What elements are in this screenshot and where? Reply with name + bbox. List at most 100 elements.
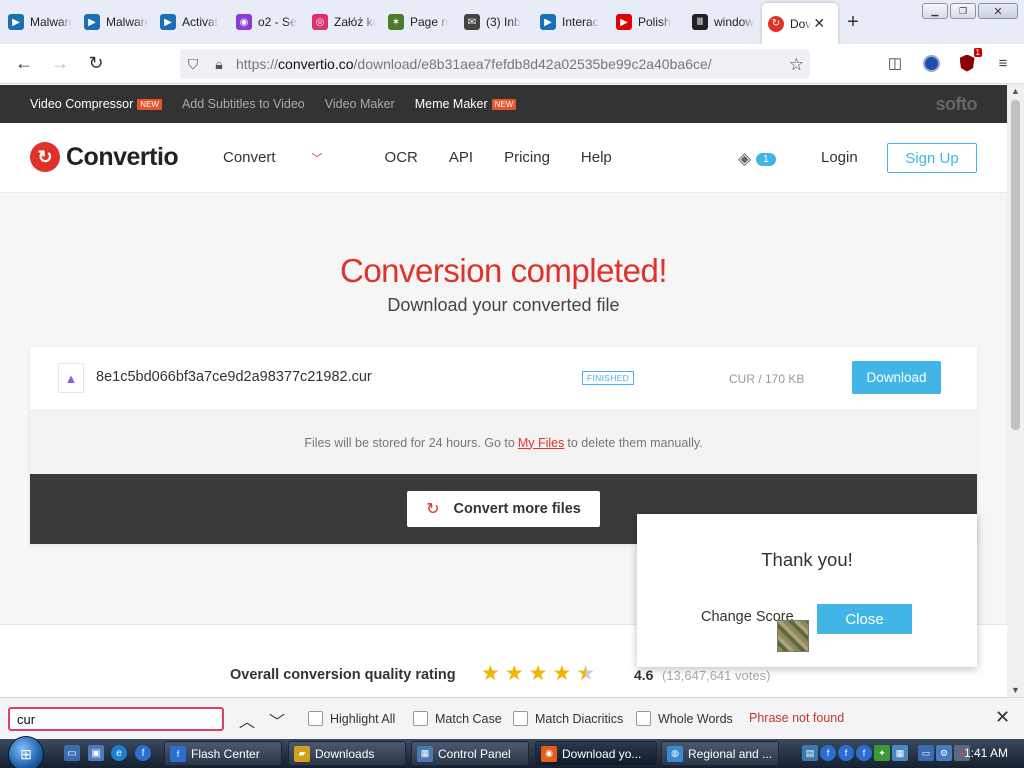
malwarebytes-icon: ▶ <box>540 14 556 30</box>
star-icon[interactable]: ★ <box>505 663 524 684</box>
star-icon[interactable]: ★ <box>552 663 571 684</box>
tray-photo-icon[interactable]: ▦ <box>892 745 908 761</box>
mail-icon: ✉ <box>464 14 480 30</box>
match-diacritics-checkbox[interactable]: Match Diacritics <box>513 711 623 726</box>
taskbar-item[interactable]: ◉ Download yo... <box>535 741 657 766</box>
tray-network-icon[interactable]: ▤ <box>802 745 818 761</box>
back-button[interactable]: ← <box>6 48 42 80</box>
browser-tab[interactable]: ◎ Załóż ko <box>306 3 382 41</box>
browser-tab[interactable]: Ⅲwindow <box>686 3 762 41</box>
bug-icon: ✶ <box>388 14 404 30</box>
minimize-button[interactable]: ▁ <box>922 3 948 19</box>
convertio-icon: ↻ <box>768 15 784 32</box>
taskbar-item[interactable]: f Flash Center <box>164 741 282 766</box>
malwarebytes-icon: ▶ <box>160 14 176 30</box>
url-bar[interactable]: ⛉ 🔒︎ https://convertio.co/download/e8b31… <box>180 49 810 79</box>
browser-tab[interactable]: ▶ Interac <box>534 3 610 41</box>
browser-tab[interactable]: ▶ Activat <box>154 3 230 41</box>
convert-more-button[interactable]: ↻ Convert more files <box>407 491 600 527</box>
softo-link-label: Meme Maker <box>414 97 488 111</box>
taskbar-item[interactable]: ▰ Downloads <box>288 741 406 766</box>
forward-button[interactable]: → <box>42 48 78 80</box>
tab-label: Malware <box>30 15 72 29</box>
new-tab-button[interactable]: + <box>838 3 868 41</box>
find-close-icon[interactable]: ✕ <box>995 707 1010 728</box>
pocket-icon[interactable]: ◫ <box>884 52 906 74</box>
main-nav: Convert ﹀ OCR API Pricing Help <box>223 149 643 166</box>
close-window-button[interactable]: ✕ <box>978 3 1018 19</box>
close-tab-icon[interactable]: ✕ <box>813 15 825 32</box>
rating-stars[interactable]: ★ ★ ★ ★ ★ <box>481 663 595 684</box>
half-star-icon[interactable]: ★ <box>576 663 595 684</box>
tray-flash-icon[interactable]: f <box>820 745 836 761</box>
vertical-scrollbar[interactable]: ▲ ▼ <box>1007 84 1024 697</box>
browser-tab[interactable]: ◉ o2 - Se <box>230 3 306 41</box>
scrollbar-thumb[interactable] <box>1011 100 1020 430</box>
mouse-cursor-icon <box>777 620 809 652</box>
bookmark-star-icon[interactable]: ☆ <box>789 56 804 73</box>
whole-words-checkbox[interactable]: Whole Words <box>636 711 733 726</box>
browser-tab-active[interactable]: ↻ Dov ✕ <box>762 3 838 44</box>
reload-icon: ↻ <box>88 53 104 73</box>
system-tray: ▤ f f f ✦ ▦ ▭ ⚙ ✕ <box>802 745 970 761</box>
popup-close-button[interactable]: Close <box>817 604 912 634</box>
taskbar-item[interactable]: ▦ Control Panel <box>411 741 529 766</box>
scroll-up-icon[interactable]: ▲ <box>1007 84 1024 98</box>
lock-icon[interactable]: 🔒︎ <box>206 56 232 73</box>
menu-icon[interactable]: ≡ <box>992 52 1014 74</box>
signup-button[interactable]: Sign Up <box>887 143 977 173</box>
my-files-link[interactable]: My Files <box>518 436 565 450</box>
nav-help[interactable]: Help <box>581 149 612 166</box>
clock[interactable]: 1:41 AM <box>964 746 1008 760</box>
url-prefix: https:// <box>236 56 279 72</box>
reload-button[interactable]: ↻ <box>78 48 114 80</box>
softo-link-add-subtitles[interactable]: Add Subtitles to Video <box>182 97 305 111</box>
tray-flash-icon[interactable]: f <box>838 745 854 761</box>
back-arrow-icon: ← <box>15 53 33 73</box>
show-desktop-icon[interactable]: ▭ <box>64 745 80 761</box>
tray-display-icon[interactable]: ▭ <box>918 745 934 761</box>
start-button[interactable]: ⊞ <box>8 736 44 768</box>
tray-settings-icon[interactable]: ⚙ <box>936 745 952 761</box>
tray-flash-icon[interactable]: f <box>856 745 872 761</box>
internet-explorer-icon[interactable]: e <box>111 745 127 761</box>
nav-convert[interactable]: Convert ﹀ <box>223 149 354 166</box>
convertio-logo[interactable]: ↻ Convertio <box>30 142 179 172</box>
browser-tab[interactable]: ✶ Page n <box>382 3 458 41</box>
nav-ocr[interactable]: OCR <box>385 149 418 166</box>
match-case-checkbox[interactable]: Match Case <box>413 711 502 726</box>
highlight-all-checkbox[interactable]: Highlight All <box>308 711 395 726</box>
browser-tab[interactable]: ▶ Polish <box>610 3 686 41</box>
download-button[interactable]: Download <box>852 361 941 394</box>
nav-api[interactable]: API <box>449 149 473 166</box>
nav-pricing[interactable]: Pricing <box>504 149 550 166</box>
login-link[interactable]: Login <box>821 149 858 166</box>
softo-link-video-compressor[interactable]: Video Compressor NEW <box>30 97 162 111</box>
scroll-down-icon[interactable]: ▼ <box>1007 683 1024 697</box>
softo-logo[interactable]: softo <box>936 94 978 115</box>
browser-tab[interactable]: ✉ (3) Inb <box>458 3 534 41</box>
tracking-shield-icon[interactable]: ⛉ <box>180 56 206 73</box>
find-previous-icon[interactable]: ︿ <box>239 708 255 732</box>
switch-windows-icon[interactable]: ▣ <box>88 745 104 761</box>
restore-button[interactable]: ❐ <box>950 3 976 19</box>
browser-tab[interactable]: ▶ Malware <box>2 3 78 41</box>
star-icon[interactable]: ★ <box>529 663 548 684</box>
extension-blue-icon[interactable] <box>920 52 942 74</box>
taskbar-item-label: Downloads <box>315 746 375 761</box>
taskbar-item[interactable]: ◍ Regional and ... <box>661 741 779 766</box>
checkbox-box <box>413 711 428 726</box>
find-next-icon[interactable]: ﹀ <box>269 708 285 732</box>
checkbox-box <box>513 711 528 726</box>
tab-label: Malware <box>106 15 148 29</box>
softo-link-video-maker[interactable]: Video Maker <box>325 97 395 111</box>
ublock-icon[interactable]: 1 <box>956 48 982 74</box>
url-domain: convertio.co <box>278 56 354 72</box>
file-queue-button[interactable]: ◈ 1 <box>738 149 776 169</box>
find-input[interactable]: cur <box>8 707 224 731</box>
flash-icon[interactable]: f <box>135 745 151 761</box>
tray-app-icon[interactable]: ✦ <box>874 745 890 761</box>
softo-link-meme-maker[interactable]: Meme Maker NEW <box>415 97 517 111</box>
browser-tab[interactable]: ▶ Malware <box>78 3 154 41</box>
star-icon[interactable]: ★ <box>481 663 500 684</box>
